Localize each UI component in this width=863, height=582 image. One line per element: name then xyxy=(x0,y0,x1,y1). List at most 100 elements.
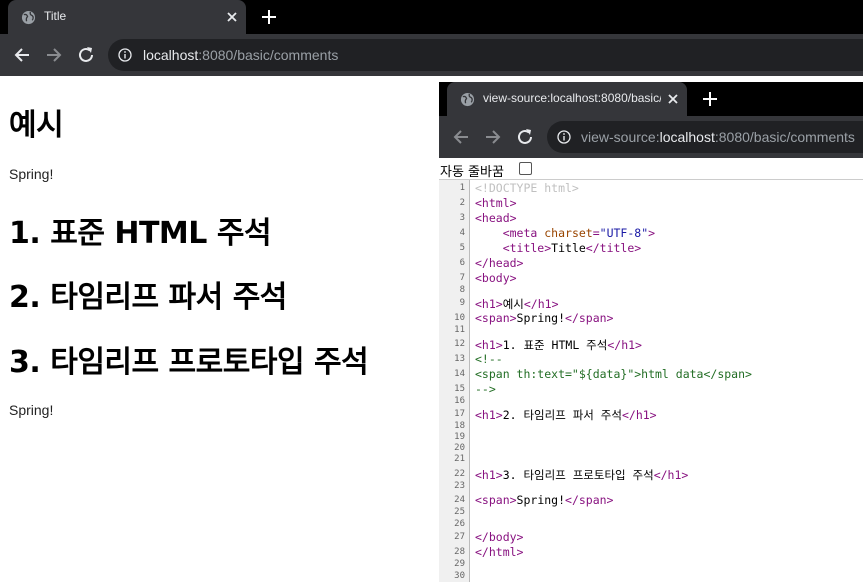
code-tag: > xyxy=(648,226,656,240)
code-line-24: <span>Spring!</span> xyxy=(475,493,613,507)
back-arrow-icon[interactable] xyxy=(451,127,471,147)
address-url: localhost:8080/basic/comments xyxy=(143,47,338,63)
code-tag: <span> xyxy=(475,493,517,507)
code-line-12: <h1>1. 표준 HTML 주석</h1> xyxy=(475,337,642,353)
vs-toolbar: view-source:localhost:8080/basic/comment… xyxy=(439,116,863,158)
line-number: 29 xyxy=(454,559,465,569)
code-line-5: <title>Title</title> xyxy=(475,241,642,255)
code-tag: </span> xyxy=(565,311,614,325)
plus-icon[interactable] xyxy=(701,90,719,108)
code-tag: </head> xyxy=(475,256,524,270)
code-tag: </h1> xyxy=(653,468,689,482)
code-line-9: <h1>예시</h1> xyxy=(475,296,559,312)
line-number: 26 xyxy=(454,519,465,529)
code-line-28: </html> xyxy=(475,545,523,559)
reload-icon[interactable] xyxy=(515,127,535,147)
line-number: 10 xyxy=(454,313,465,323)
code-tag: <body> xyxy=(475,271,517,285)
line-number: 25 xyxy=(454,507,465,517)
code-tag: <html> xyxy=(475,196,517,210)
line-number: 27 xyxy=(454,532,465,542)
line-number: 12 xyxy=(454,339,465,349)
line-number: 23 xyxy=(454,481,465,491)
line-number: 19 xyxy=(454,432,465,442)
line-wrap-bar: 자동 줄바꿈 xyxy=(439,160,863,180)
line-number: 3 xyxy=(459,213,465,223)
code-tag: <meta xyxy=(475,226,545,240)
line-number: 7 xyxy=(459,273,465,283)
code-line-3: <head> xyxy=(475,211,517,225)
url-path: :8080/basic/comments xyxy=(198,47,339,63)
code-tag: <h1> xyxy=(475,338,503,352)
close-icon[interactable] xyxy=(224,9,240,25)
code-tag: </h1> xyxy=(607,338,642,352)
line-number: 17 xyxy=(454,409,465,419)
code-tag: </title> xyxy=(585,241,642,255)
plus-icon[interactable] xyxy=(260,8,278,26)
code-line-14: <span th:text="${data}">html data</span> xyxy=(475,367,752,381)
code-tag: <title> xyxy=(475,241,552,255)
vs-tab-strip: view-source:localhost:8080/basic/comment… xyxy=(439,82,863,116)
code-tag: </span> xyxy=(565,493,614,507)
back-arrow-icon[interactable] xyxy=(12,45,32,65)
main-tab[interactable]: Title xyxy=(8,0,246,34)
line-number: 21 xyxy=(454,454,465,464)
code-value: "UTF-8" xyxy=(599,226,649,240)
line-number: 24 xyxy=(454,495,465,505)
code-text: 예시 xyxy=(502,297,524,311)
code-text: Title xyxy=(551,241,586,255)
info-icon[interactable] xyxy=(557,130,571,144)
code-tag: = xyxy=(592,226,600,240)
checkbox-icon[interactable] xyxy=(519,162,532,175)
line-number: 1 xyxy=(459,183,465,193)
line-number: 8 xyxy=(459,285,465,295)
line-wrap-label: 자동 줄바꿈 xyxy=(440,165,504,180)
line-number: 11 xyxy=(454,325,465,335)
vs-tab[interactable]: view-source:localhost:8080/basic/comment… xyxy=(447,82,687,116)
line-number: 28 xyxy=(454,547,465,557)
code-line-15: --> xyxy=(475,382,496,396)
vs-url-prefix: view-source: xyxy=(581,129,660,145)
vs-url-path: :8080/basic/comments xyxy=(714,129,855,145)
address-bar[interactable]: localhost:8080/basic/comments xyxy=(108,39,863,71)
line-number: 9 xyxy=(459,298,465,308)
code-doctype: <!DOCTYPE html> xyxy=(475,181,579,195)
heading-prototype-comment: 3. 타임리프 프로토타입 주석 xyxy=(9,345,369,380)
code-line-22: <h1>3. 타임리프 프로토타입 주석</h1> xyxy=(475,467,688,483)
code-tag: </h1> xyxy=(621,408,657,422)
info-icon[interactable] xyxy=(118,48,132,62)
main-toolbar: localhost:8080/basic/comments xyxy=(0,34,863,76)
line-number: 6 xyxy=(459,258,465,268)
code-text: 3. 타임리프 프로토타입 주석 xyxy=(502,468,654,482)
main-tab-title: Title xyxy=(44,9,67,23)
source-code-panel: 1 2 3 4 5 6 7 8 9 10 11 12 13 14 15 16 17 18 19 20 21 22 23 24 2… xyxy=(439,179,863,582)
line-number: 16 xyxy=(454,396,465,406)
code-tag: <h1> xyxy=(475,297,503,311)
close-icon[interactable] xyxy=(665,91,681,107)
code-line-4: <meta charset="UTF-8"> xyxy=(475,226,655,240)
rendered-page: 예시 Spring! 1. 표준 HTML 주석 2. 타임리프 파서 주석 3… xyxy=(0,76,440,582)
code-line-2: <html> xyxy=(475,196,517,210)
line-number: 14 xyxy=(454,369,465,379)
forward-arrow-icon[interactable] xyxy=(44,45,64,65)
heading-parser-comment: 2. 타임리프 파서 주석 xyxy=(9,280,287,315)
code-line-1: <!DOCTYPE html> xyxy=(475,181,579,195)
code-comment: --> xyxy=(475,382,496,396)
line-number: 2 xyxy=(459,198,465,208)
code-line-27: </body> xyxy=(475,530,523,544)
globe-icon xyxy=(460,92,475,107)
view-source-window: view-source:localhost:8080/basic/comment… xyxy=(439,82,863,582)
code-tag: <span> xyxy=(475,311,517,325)
line-number: 22 xyxy=(454,469,465,479)
span-spring-1: Spring! xyxy=(9,166,54,182)
code-comment: <!-- xyxy=(475,352,503,366)
code-text: Spring! xyxy=(516,493,566,507)
code-text: 2. 타임리프 파서 주석 xyxy=(502,408,622,422)
line-number: 4 xyxy=(459,228,465,238)
code-line-10: <span>Spring!</span> xyxy=(475,311,613,325)
vs-address-bar[interactable]: view-source:localhost:8080/basic/comment… xyxy=(547,121,863,153)
reload-icon[interactable] xyxy=(76,45,96,65)
code-line-6: </head> xyxy=(475,256,523,270)
code-text: Spring! xyxy=(516,311,566,325)
forward-arrow-icon[interactable] xyxy=(483,127,503,147)
